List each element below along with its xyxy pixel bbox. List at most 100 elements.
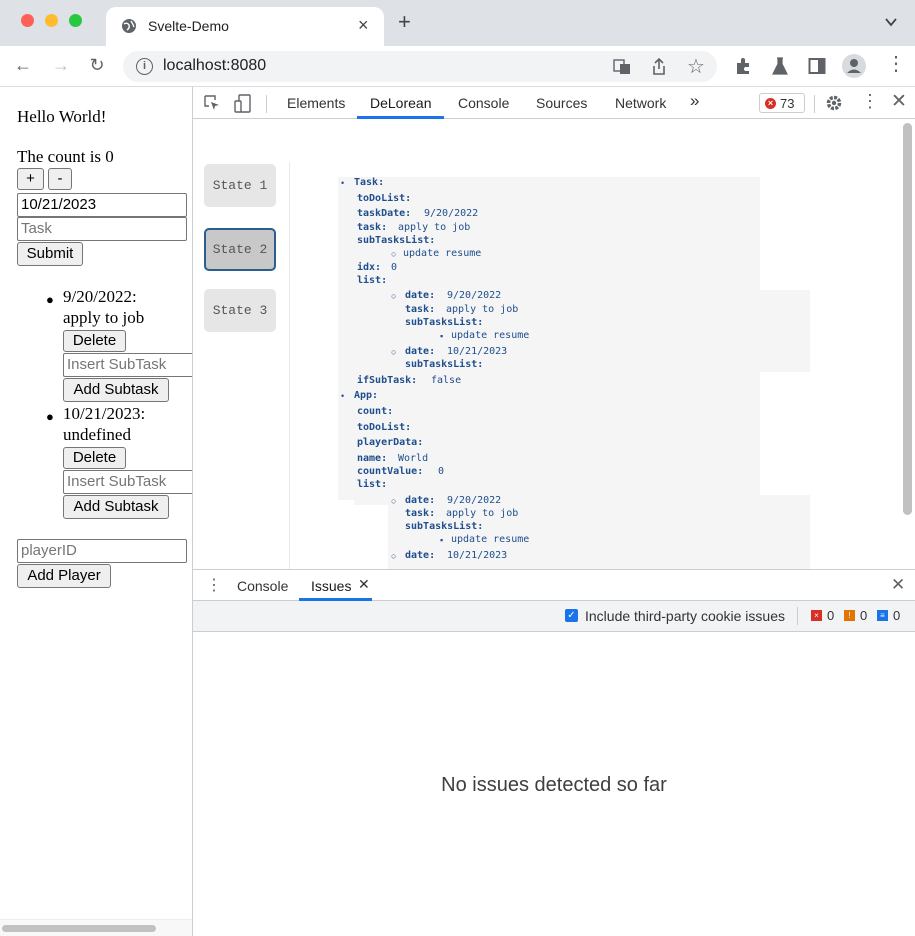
browser-tabstrip: Svelte-Demo × + — [0, 0, 915, 46]
close-window-button[interactable] — [21, 14, 34, 27]
info-icon: ≡ — [877, 610, 888, 621]
tree-value: 0 — [391, 262, 398, 273]
tree-key: count: — [357, 406, 394, 417]
url-text: localhost:8080 — [163, 57, 267, 74]
list-bullet: ● — [46, 292, 54, 307]
error-count-badge[interactable]: × 73 — [759, 93, 805, 113]
maximize-window-button[interactable] — [69, 14, 82, 27]
tree-value: World — [398, 453, 429, 464]
add-subtask-button[interactable]: Add Subtask — [63, 495, 169, 519]
close-devtools-icon[interactable]: ✕ — [891, 90, 907, 113]
devtools-panel: Elements DeLorean Console Sources Networ… — [193, 87, 915, 936]
subtask-input[interactable]: Insert SubTask — [63, 470, 192, 494]
side-panel-icon[interactable] — [808, 57, 826, 75]
tree-value: 9/20/2022 — [447, 495, 502, 506]
tab-network[interactable]: Network — [615, 95, 666, 111]
tree-key: task: — [357, 222, 388, 233]
delete-button[interactable]: Delete — [63, 447, 126, 469]
tab-elements[interactable]: Elements — [287, 95, 345, 111]
tree-bullet: • — [341, 178, 345, 188]
drawer-menu-icon[interactable]: ⋮ — [206, 575, 222, 595]
tab-console[interactable]: Console — [458, 95, 509, 111]
tree-bullet: ▪ — [440, 331, 444, 341]
extensions-puzzle-icon[interactable] — [734, 57, 752, 75]
globe-icon — [122, 19, 136, 33]
decrement-button[interactable]: - — [48, 168, 72, 190]
empty-issues-message: No issues detected so far — [441, 774, 667, 796]
tree-value: apply to job — [398, 222, 471, 233]
increment-button[interactable]: + — [17, 168, 44, 190]
third-party-checkbox[interactable]: ✓ — [565, 609, 578, 622]
tree-key: date: — [405, 290, 436, 301]
tree-node-app: App: — [354, 390, 379, 401]
state-1-button[interactable]: State 1 — [204, 164, 276, 207]
third-party-label: Include third-party cookie issues — [585, 608, 785, 624]
add-player-button[interactable]: Add Player — [17, 564, 111, 588]
bookmark-star-icon[interactable]: ☆ — [687, 54, 705, 79]
list-bullet: ● — [46, 409, 54, 424]
tree-key: toDoList: — [357, 193, 412, 204]
close-tab-icon[interactable]: × — [358, 15, 369, 36]
more-tabs-icon[interactable]: » — [690, 91, 699, 111]
tab-delorean[interactable]: DeLorean — [370, 95, 432, 111]
task-input[interactable]: Task — [17, 217, 187, 241]
forward-icon[interactable]: → — [50, 54, 72, 76]
info-icon[interactable]: i — [136, 58, 153, 75]
settings-gear-icon[interactable] — [825, 94, 843, 112]
subtask-input[interactable]: Insert SubTask — [63, 353, 192, 377]
count-text: The count is 0 — [17, 147, 114, 166]
player-id-input[interactable]: playerID — [17, 539, 187, 563]
tree-key: subTasksList: — [405, 359, 484, 370]
inspect-element-icon[interactable] — [204, 95, 221, 112]
vertical-scrollbar[interactable] — [903, 123, 912, 515]
lab-flask-icon[interactable] — [771, 57, 789, 75]
tree-bullet: ○ — [391, 347, 397, 357]
translate-icon[interactable] — [613, 59, 631, 75]
error-icon: × — [811, 610, 822, 621]
browser-toolbar: ← → ↻ i localhost:8080 ☆ ⋮ — [0, 46, 915, 87]
reload-icon[interactable]: ↻ — [86, 54, 108, 76]
chevron-down-icon[interactable] — [884, 15, 898, 29]
tree-key: task: — [405, 304, 436, 315]
tab-sources[interactable]: Sources — [536, 95, 587, 111]
tree-value: update resume — [451, 534, 530, 545]
share-icon[interactable] — [651, 58, 667, 76]
todo-date: 9/20/2022: — [63, 287, 137, 306]
tree-value: update resume — [451, 330, 530, 341]
tree-bullet: ○ — [391, 496, 397, 506]
date-input[interactable]: 10/21/2023 — [17, 193, 187, 217]
app-page: Hello World! The count is 0 + - 10/21/20… — [0, 87, 193, 936]
tree-value: apply to job — [446, 304, 519, 315]
address-bar[interactable]: i localhost:8080 ☆ — [123, 51, 717, 82]
tree-key: ifSubTask: — [357, 375, 418, 386]
tree-key: idx: — [357, 262, 382, 273]
close-issues-tab-icon[interactable]: ✕ — [358, 576, 370, 593]
tree-key: list: — [357, 479, 388, 490]
devtools-menu-icon[interactable]: ⋮ — [861, 91, 879, 112]
state-2-button[interactable]: State 2 — [204, 228, 276, 271]
close-drawer-icon[interactable]: ✕ — [891, 575, 905, 595]
minimize-window-button[interactable] — [45, 14, 58, 27]
tree-key: list: — [357, 275, 388, 286]
drawer-tab-console[interactable]: Console — [237, 578, 288, 594]
delete-button[interactable]: Delete — [63, 330, 126, 352]
divider — [814, 95, 815, 113]
tree-key: date: — [405, 550, 436, 561]
horizontal-scrollbar[interactable] — [2, 925, 156, 932]
tree-bullet: ○ — [391, 291, 397, 301]
tree-bullet: ○ — [391, 551, 397, 561]
tree-value: 10/21/2023 — [447, 346, 508, 357]
profile-avatar[interactable] — [842, 54, 866, 78]
person-icon — [847, 59, 861, 73]
menu-kebab-icon[interactable]: ⋮ — [886, 54, 906, 74]
state-3-button[interactable]: State 3 — [204, 289, 276, 332]
browser-tab[interactable]: Svelte-Demo × — [106, 7, 384, 46]
tree-value: apply to job — [446, 508, 519, 519]
back-icon[interactable]: ← — [12, 54, 34, 76]
drawer-tab-issues[interactable]: Issues — [311, 578, 351, 594]
device-toolbar-icon[interactable] — [234, 94, 252, 113]
submit-button[interactable]: Submit — [17, 242, 83, 266]
add-subtask-button[interactable]: Add Subtask — [63, 378, 169, 402]
new-tab-icon[interactable]: + — [398, 11, 411, 33]
tree-key: subTasksList: — [405, 317, 484, 328]
